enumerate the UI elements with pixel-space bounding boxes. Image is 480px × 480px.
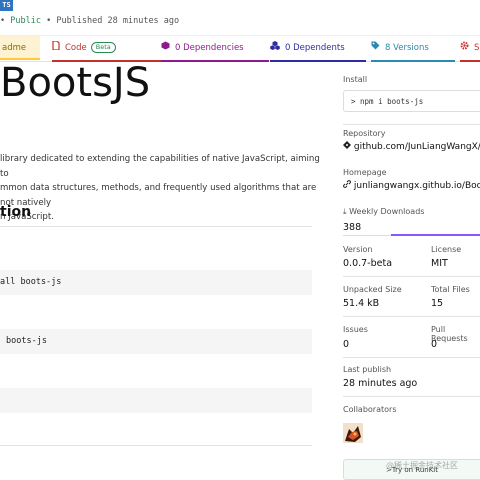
code-block: boots-js (0, 329, 312, 354)
divider (343, 276, 480, 277)
divider (0, 445, 312, 446)
beta-badge: Beta (90, 42, 116, 53)
tab-readme-label: adme (2, 43, 27, 53)
total-files-label: Total Files (431, 285, 470, 294)
downloads-baseline (343, 235, 391, 236)
tab-versions-label: 8 Versions (385, 43, 429, 53)
homepage-url: junliangwangx.github.io/BootsJS (353, 181, 480, 191)
pull-requests-label: Pull Requests (431, 325, 468, 343)
homepage-link[interactable]: junliangwangx.github.io/BootsJS (343, 180, 480, 191)
last-publish-value: 28 minutes ago (343, 378, 418, 389)
unpacked-size-value: 51.4 kB (343, 298, 380, 309)
pull-requests-value[interactable]: 0 (431, 339, 437, 350)
tab-readme[interactable]: adme (0, 36, 40, 60)
homepage-label: Homepage (343, 168, 387, 177)
download-icon: ⤓ (343, 207, 347, 216)
code-text: boots-js (6, 336, 47, 346)
install-label: Install (343, 75, 368, 84)
tab-dependents[interactable]: 0 Dependents (270, 36, 366, 62)
repository-link[interactable]: github.com/JunLiangWangX/Boot (343, 141, 480, 152)
code-icon (52, 36, 60, 60)
published-time: • Published 28 minutes ago (46, 16, 180, 26)
package-title: BootsJS (0, 60, 151, 106)
description-line: mmon data structures, methods, and frequ… (0, 183, 317, 208)
version-label: Version (343, 245, 373, 254)
link-icon (343, 180, 354, 191)
tab-versions[interactable]: 8 Versions (371, 36, 455, 62)
repository-label: Repository (343, 129, 386, 138)
cubes-icon (270, 36, 280, 60)
license-label: License (431, 245, 462, 254)
gear-icon (460, 36, 469, 60)
code-block (0, 388, 312, 413)
tab-settings[interactable]: S (460, 36, 480, 62)
collaborators-label: Collaborators (343, 405, 397, 414)
package-meta: • Public • Published 28 minutes ago (0, 16, 179, 26)
version-value: 0.0.7-beta (343, 258, 393, 269)
tag-icon (371, 36, 380, 60)
code-text: all boots-js (0, 277, 62, 287)
weekly-downloads-label: ⤓ Weekly Downloads (343, 207, 424, 217)
divider (0, 226, 312, 227)
typescript-badge: TS (0, 0, 13, 11)
collaborator-avatar[interactable] (343, 423, 363, 443)
tab-dependencies[interactable]: 0 Dependencies (161, 36, 269, 62)
tab-dependents-label: 0 Dependents (285, 43, 345, 53)
tab-settings-label: S (474, 43, 480, 53)
box-icon (161, 36, 170, 60)
total-files-value: 15 (431, 298, 444, 309)
weekly-downloads-value: 388 (343, 222, 362, 233)
git-icon (343, 141, 354, 152)
section-heading: tion (0, 204, 32, 220)
issues-value[interactable]: 0 (343, 339, 349, 350)
description-line: n JavaScript. (0, 212, 54, 222)
visibility-label: Public (10, 16, 41, 26)
watermark: @稀土掘金技术社区 (386, 461, 458, 470)
package-description: library dedicated to extending the capab… (0, 152, 320, 225)
weekly-downloads-text: Weekly Downloads (349, 207, 425, 216)
divider (343, 316, 480, 317)
install-command[interactable]: > npm i boots-js (343, 90, 480, 112)
divider (343, 124, 480, 125)
last-publish-label: Last publish (343, 365, 392, 374)
unpacked-size-label: Unpacked Size (343, 285, 402, 294)
divider (343, 357, 480, 358)
tab-dependencies-label: 0 Dependencies (175, 43, 244, 53)
description-line: library dedicated to extending the capab… (0, 154, 320, 179)
license-value: MIT (431, 258, 448, 269)
tab-code-label: Code (65, 43, 87, 53)
divider (343, 396, 480, 397)
repository-url: github.com/JunLiangWangX/Boot (353, 142, 480, 152)
code-block: all boots-js (0, 270, 312, 295)
meta-bullet: • (0, 16, 6, 26)
downloads-sparkline (391, 234, 480, 236)
issues-label: Issues (343, 325, 368, 334)
